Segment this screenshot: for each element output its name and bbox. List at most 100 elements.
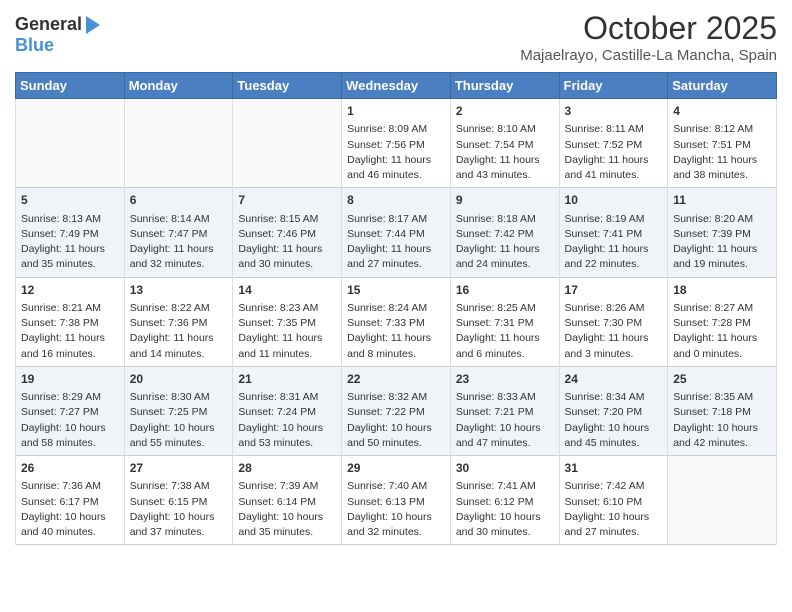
calendar-week-3: 19Sunrise: 8:29 AMSunset: 7:27 PMDayligh… xyxy=(16,366,777,455)
day-info-line: Sunrise: 8:14 AM xyxy=(130,212,228,227)
day-info-line: Sunrise: 8:25 AM xyxy=(456,301,554,316)
logo-general-text: General xyxy=(15,15,82,35)
day-info-line: Sunset: 7:24 PM xyxy=(238,405,336,420)
day-info-line: Sunrise: 8:21 AM xyxy=(21,301,119,316)
calendar-cell: 9Sunrise: 8:18 AMSunset: 7:42 PMDaylight… xyxy=(450,188,559,277)
day-info-line: Daylight: 11 hours and 43 minutes. xyxy=(456,153,554,183)
day-number: 6 xyxy=(130,192,228,209)
day-info-line: Daylight: 10 hours and 37 minutes. xyxy=(130,510,228,540)
day-info-line: Daylight: 11 hours and 41 minutes. xyxy=(565,153,663,183)
day-info-line: Sunset: 6:10 PM xyxy=(565,495,663,510)
day-info-line: Daylight: 11 hours and 35 minutes. xyxy=(21,242,119,272)
day-number: 16 xyxy=(456,282,554,299)
day-info-line: Daylight: 11 hours and 0 minutes. xyxy=(673,331,771,361)
day-number: 22 xyxy=(347,371,445,388)
day-header-monday: Monday xyxy=(124,73,233,99)
day-info-line: Sunrise: 8:27 AM xyxy=(673,301,771,316)
day-info-line: Sunset: 7:35 PM xyxy=(238,316,336,331)
day-number: 15 xyxy=(347,282,445,299)
day-info-line: Sunrise: 8:30 AM xyxy=(130,390,228,405)
calendar-cell xyxy=(668,456,777,545)
day-info-line: Sunset: 7:54 PM xyxy=(456,138,554,153)
day-info-line: Daylight: 11 hours and 32 minutes. xyxy=(130,242,228,272)
day-info-line: Sunset: 7:36 PM xyxy=(130,316,228,331)
day-number: 23 xyxy=(456,371,554,388)
day-info-line: Sunset: 6:13 PM xyxy=(347,495,445,510)
day-info-line: Sunrise: 7:36 AM xyxy=(21,479,119,494)
calendar-cell: 20Sunrise: 8:30 AMSunset: 7:25 PMDayligh… xyxy=(124,366,233,455)
calendar-cell: 11Sunrise: 8:20 AMSunset: 7:39 PMDayligh… xyxy=(668,188,777,277)
day-info-line: Sunrise: 8:15 AM xyxy=(238,212,336,227)
day-header-thursday: Thursday xyxy=(450,73,559,99)
day-info-line: Sunset: 7:46 PM xyxy=(238,227,336,242)
calendar-cell: 3Sunrise: 8:11 AMSunset: 7:52 PMDaylight… xyxy=(559,99,668,188)
day-info-line: Sunset: 7:38 PM xyxy=(21,316,119,331)
day-info-line: Sunset: 7:47 PM xyxy=(130,227,228,242)
calendar-cell: 15Sunrise: 8:24 AMSunset: 7:33 PMDayligh… xyxy=(342,277,451,366)
page-container: General Blue October 2025 Majaelrayo, Ca… xyxy=(0,0,792,555)
calendar-cell: 7Sunrise: 8:15 AMSunset: 7:46 PMDaylight… xyxy=(233,188,342,277)
calendar-cell: 25Sunrise: 8:35 AMSunset: 7:18 PMDayligh… xyxy=(668,366,777,455)
calendar-cell: 18Sunrise: 8:27 AMSunset: 7:28 PMDayligh… xyxy=(668,277,777,366)
calendar-table: SundayMondayTuesdayWednesdayThursdayFrid… xyxy=(15,72,777,545)
calendar-header: SundayMondayTuesdayWednesdayThursdayFrid… xyxy=(16,73,777,99)
day-number: 1 xyxy=(347,103,445,120)
calendar-cell: 16Sunrise: 8:25 AMSunset: 7:31 PMDayligh… xyxy=(450,277,559,366)
day-number: 18 xyxy=(673,282,771,299)
day-number: 7 xyxy=(238,192,336,209)
day-number: 13 xyxy=(130,282,228,299)
day-info-line: Sunset: 6:17 PM xyxy=(21,495,119,510)
day-number: 3 xyxy=(565,103,663,120)
day-info-line: Sunset: 6:12 PM xyxy=(456,495,554,510)
calendar-cell: 21Sunrise: 8:31 AMSunset: 7:24 PMDayligh… xyxy=(233,366,342,455)
calendar-cell xyxy=(16,99,125,188)
day-info-line: Sunrise: 7:40 AM xyxy=(347,479,445,494)
day-number: 8 xyxy=(347,192,445,209)
day-info-line: Sunset: 7:25 PM xyxy=(130,405,228,420)
day-info-line: Sunset: 7:27 PM xyxy=(21,405,119,420)
calendar-cell: 12Sunrise: 8:21 AMSunset: 7:38 PMDayligh… xyxy=(16,277,125,366)
day-header-friday: Friday xyxy=(559,73,668,99)
calendar-cell: 29Sunrise: 7:40 AMSunset: 6:13 PMDayligh… xyxy=(342,456,451,545)
header: General Blue October 2025 Majaelrayo, Ca… xyxy=(15,10,777,64)
day-info-line: Daylight: 11 hours and 27 minutes. xyxy=(347,242,445,272)
calendar-cell: 6 Sunrise: 8:14 AMSunset: 7:47 PMDaylight… xyxy=(124,188,233,277)
month-title: October 2025 xyxy=(520,10,777,47)
day-info-line: Sunrise: 8:17 AM xyxy=(347,212,445,227)
logo: General Blue xyxy=(15,14,102,56)
day-info-line: Sunrise: 8:11 AM xyxy=(565,122,663,137)
day-info-line: Daylight: 10 hours and 40 minutes. xyxy=(21,510,119,540)
day-info-line: Daylight: 10 hours and 53 minutes. xyxy=(238,421,336,451)
day-number: 27 xyxy=(130,460,228,477)
calendar-cell: 5Sunrise: 8:13 AMSunset: 7:49 PMDaylight… xyxy=(16,188,125,277)
day-info-line: Sunrise: 8:26 AM xyxy=(565,301,663,316)
day-info-line: Sunrise: 7:42 AM xyxy=(565,479,663,494)
day-info-line: Sunrise: 8:33 AM xyxy=(456,390,554,405)
calendar-cell: 4Sunrise: 8:12 AMSunset: 7:51 PMDaylight… xyxy=(668,99,777,188)
day-info-line: Sunset: 7:44 PM xyxy=(347,227,445,242)
day-info-line: Sunrise: 8:23 AM xyxy=(238,301,336,316)
logo-triangle-icon xyxy=(84,14,102,36)
day-info-line: Sunset: 7:51 PM xyxy=(673,138,771,153)
day-info-line: Sunrise: 8:18 AM xyxy=(456,212,554,227)
day-info-line: Sunset: 7:39 PM xyxy=(673,227,771,242)
day-info-line: Sunrise: 8:19 AM xyxy=(565,212,663,227)
day-info-line: Daylight: 11 hours and 46 minutes. xyxy=(347,153,445,183)
day-number: 10 xyxy=(565,192,663,209)
day-info-line: Sunset: 7:41 PM xyxy=(565,227,663,242)
day-info-line: Sunset: 7:31 PM xyxy=(456,316,554,331)
location-text: Majaelrayo, Castille-La Mancha, Spain xyxy=(520,47,777,64)
day-header-tuesday: Tuesday xyxy=(233,73,342,99)
day-info-line: Sunrise: 7:38 AM xyxy=(130,479,228,494)
day-number: 14 xyxy=(238,282,336,299)
day-info-line: Daylight: 10 hours and 27 minutes. xyxy=(565,510,663,540)
day-info-line: Daylight: 10 hours and 35 minutes. xyxy=(238,510,336,540)
calendar-week-0: 1Sunrise: 8:09 AMSunset: 7:56 PMDaylight… xyxy=(16,99,777,188)
day-info-line: Sunset: 6:15 PM xyxy=(130,495,228,510)
calendar-week-4: 26Sunrise: 7:36 AMSunset: 6:17 PMDayligh… xyxy=(16,456,777,545)
day-info-line: Daylight: 11 hours and 16 minutes. xyxy=(21,331,119,361)
day-info-line: Sunset: 7:49 PM xyxy=(21,227,119,242)
day-number: 9 xyxy=(456,192,554,209)
day-info-line: Sunrise: 8:13 AM xyxy=(21,212,119,227)
calendar-cell: 19Sunrise: 8:29 AMSunset: 7:27 PMDayligh… xyxy=(16,366,125,455)
